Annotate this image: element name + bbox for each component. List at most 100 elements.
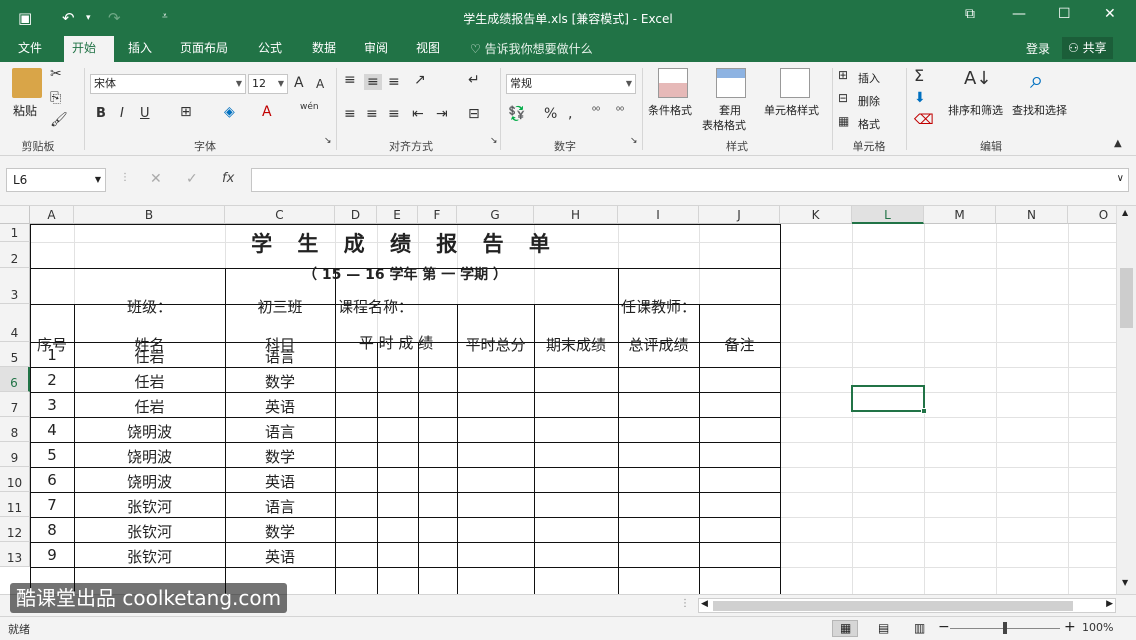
column-header-c[interactable]: C	[225, 206, 335, 224]
row-header-4[interactable]: 4	[0, 304, 30, 342]
font-size-select[interactable]: 12 ▼	[248, 74, 288, 94]
login-link[interactable]: 登录	[1026, 40, 1050, 57]
insert-cells-icon[interactable]: ⊞	[838, 68, 848, 82]
column-header-a[interactable]: A	[30, 206, 74, 224]
bold-button[interactable]: B	[96, 106, 106, 121]
insert-cells-button[interactable]: 插入	[858, 70, 880, 86]
format-as-table-button[interactable]: 套用	[719, 102, 741, 118]
column-header-b[interactable]: B	[74, 206, 225, 224]
sort-filter-icon[interactable]: A↓	[964, 68, 994, 98]
align-middle-icon[interactable]: ≡	[364, 74, 382, 90]
font-dialog-launcher-icon[interactable]: ↘	[324, 136, 332, 146]
share-button[interactable]: ⚇ 共享	[1062, 37, 1113, 59]
tab-file[interactable]: 文件	[10, 36, 50, 62]
tab-review[interactable]: 审阅	[356, 36, 396, 62]
maximize-icon[interactable]: ☐	[1058, 6, 1071, 22]
column-header-n[interactable]: N	[996, 206, 1068, 224]
phonetic-guide-icon[interactable]: wén	[300, 102, 319, 112]
accounting-format-icon[interactable]: 💱	[508, 106, 525, 122]
column-header-d[interactable]: D	[335, 206, 377, 224]
scroll-up-icon[interactable]: ▲	[1122, 208, 1128, 217]
delete-cells-button[interactable]: 删除	[858, 93, 880, 109]
alignment-dialog-launcher-icon[interactable]: ↘	[490, 136, 498, 146]
cut-icon[interactable]: ✂	[50, 66, 62, 82]
row-header-10[interactable]: 10	[0, 467, 30, 492]
tab-view[interactable]: 视图	[408, 36, 448, 62]
zoom-level[interactable]: 100%	[1082, 621, 1113, 634]
worksheet-grid[interactable]: A B C D E F G H I J K L M N O 1 2 3 4 5 6 7 8 9 10 11 12 13 学 生 成 绩…	[0, 206, 1136, 594]
align-center-icon[interactable]: ≡	[366, 106, 378, 122]
page-break-view-button[interactable]: ▥	[906, 620, 932, 637]
minimize-icon[interactable]: —	[1012, 6, 1026, 22]
row-header-12[interactable]: 12	[0, 517, 30, 542]
row-header-8[interactable]: 8	[0, 417, 30, 442]
cell-styles-icon[interactable]	[780, 68, 810, 98]
row-header-2[interactable]: 2	[0, 242, 30, 268]
format-cells-button[interactable]: 格式	[858, 116, 880, 132]
increase-font-icon[interactable]: A	[294, 75, 304, 91]
paste-icon[interactable]	[12, 68, 42, 98]
column-header-i[interactable]: I	[618, 206, 699, 224]
row-header-5[interactable]: 5	[0, 342, 30, 367]
row-header-7[interactable]: 7	[0, 392, 30, 417]
row-header-1[interactable]: 1	[0, 224, 30, 242]
number-format-select[interactable]: 常规 ▼	[506, 74, 636, 94]
tell-me-search[interactable]: ♡ 告诉我你想要做什么	[470, 40, 593, 57]
fill-color-icon[interactable]: ◈	[224, 104, 235, 120]
column-header-k[interactable]: K	[780, 206, 852, 224]
column-header-h[interactable]: H	[534, 206, 618, 224]
row-header-9[interactable]: 9	[0, 442, 30, 467]
align-left-icon[interactable]: ≡	[344, 106, 356, 122]
row-header-11[interactable]: 11	[0, 492, 30, 517]
conditional-formatting-icon[interactable]	[658, 68, 688, 98]
paste-button[interactable]: 粘贴	[13, 102, 37, 119]
column-header-l[interactable]: L	[852, 206, 924, 224]
formula-input[interactable]: ∨	[251, 168, 1129, 192]
find-select-icon[interactable]: ⌕	[1030, 66, 1060, 96]
conditional-formatting-button[interactable]: 条件格式	[648, 102, 692, 118]
clear-icon[interactable]: ⌫	[914, 112, 934, 128]
increase-decimal-icon[interactable]: ⁰⁰	[592, 106, 600, 117]
column-header-e[interactable]: E	[377, 206, 418, 224]
tab-page-layout[interactable]: 页面布局	[172, 36, 236, 62]
format-cells-icon[interactable]: ▦	[838, 114, 849, 128]
decrease-indent-icon[interactable]: ⇤	[412, 106, 424, 122]
zoom-slider-thumb[interactable]	[1003, 622, 1007, 634]
vertical-scroll-thumb[interactable]	[1120, 268, 1133, 328]
align-right-icon[interactable]: ≡	[388, 106, 400, 122]
zoom-in-button[interactable]: +	[1064, 619, 1076, 635]
decrease-decimal-icon[interactable]: ⁰⁰	[616, 106, 624, 117]
merge-center-icon[interactable]: ⊟	[468, 106, 480, 122]
format-painter-icon[interactable]: 🖌	[50, 112, 68, 128]
scroll-left-icon[interactable]: ◀	[701, 599, 708, 609]
italic-button[interactable]: I	[120, 106, 124, 121]
wrap-text-icon[interactable]: ↵	[468, 72, 480, 88]
close-icon[interactable]: ✕	[1104, 6, 1116, 22]
normal-view-button[interactable]: ▦	[832, 620, 858, 637]
page-layout-view-button[interactable]: ▤	[870, 620, 896, 637]
scroll-right-icon[interactable]: ▶	[1106, 599, 1113, 609]
tab-data[interactable]: 数据	[304, 36, 344, 62]
cell-styles-button[interactable]: 单元格样式	[764, 102, 819, 118]
copy-icon[interactable]: ⎘	[50, 90, 61, 106]
row-header-6[interactable]: 6	[0, 367, 30, 392]
align-top-icon[interactable]: ≡	[344, 72, 356, 88]
tab-home[interactable]: 开始	[64, 36, 114, 62]
sort-filter-button[interactable]: 排序和筛选	[948, 102, 1003, 118]
scroll-down-icon[interactable]: ▼	[1122, 578, 1128, 587]
column-header-m[interactable]: M	[924, 206, 996, 224]
select-all-corner[interactable]	[0, 206, 30, 224]
format-as-table-icon[interactable]	[716, 68, 746, 98]
decrease-font-icon[interactable]: A	[316, 77, 324, 91]
row-header-3[interactable]: 3	[0, 268, 30, 304]
ribbon-display-options-icon[interactable]: ⧉	[965, 6, 975, 22]
percent-style-button[interactable]: %	[544, 106, 557, 122]
zoom-out-button[interactable]: −	[938, 619, 950, 635]
format-as-table-button-line2[interactable]: 表格格式	[702, 117, 746, 133]
tab-insert[interactable]: 插入	[120, 36, 160, 62]
fill-icon[interactable]: ⬇	[914, 90, 926, 106]
expand-formula-icon[interactable]: ∨	[1117, 173, 1124, 184]
vertical-scrollbar[interactable]: ▲ ▼	[1116, 206, 1136, 594]
font-color-icon[interactable]: A	[262, 104, 272, 120]
name-box[interactable]: L6 ▼	[6, 168, 106, 192]
